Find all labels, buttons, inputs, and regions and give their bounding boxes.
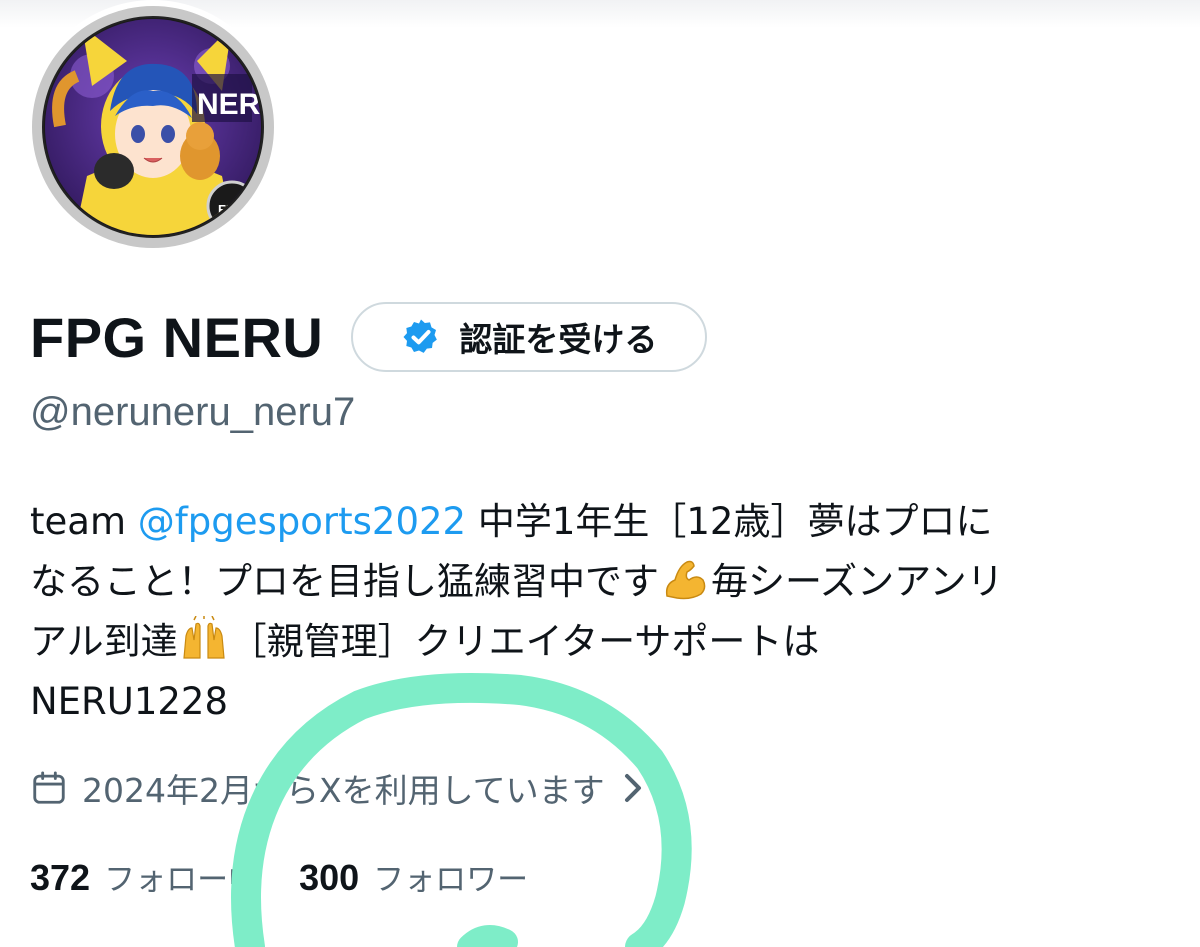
joined-date-row[interactable]: 2024年2月からXを利用しています (30, 760, 643, 816)
display-name: FPG NERU (30, 305, 324, 369)
joined-date-text: 2024年2月からXを利用しています (82, 771, 605, 810)
followers-link[interactable]: 300 フォロワー (299, 854, 528, 899)
bio-line: なること！プロを目指し猛練習中です 毎シーズンアンリ (30, 552, 1180, 612)
calendar-icon (33, 771, 65, 804)
following-label: フォロー中 (104, 861, 260, 898)
followers-count: 300 (299, 856, 360, 898)
user-handle: @neruneru_neru7 (30, 390, 356, 434)
follow-counts: 372 フォロー中 300 フォロワー (30, 848, 528, 904)
get-verified-label: 認証を受ける (459, 320, 658, 359)
following-link[interactable]: 372 フォロー中 (30, 854, 259, 899)
bio-text: なること！プロを目指し猛練習中です (30, 560, 659, 603)
raising-hands-icon (182, 616, 225, 659)
bio-line: アル到達 ［親管理］クリエイターサポートは (30, 612, 1180, 672)
chevron-right-icon (624, 774, 641, 802)
profile-bio: team @fpgesports2022 中学1年生［12歳］夢はプロに なるこ… (30, 492, 1180, 732)
avatar-image: NERU FPG (32, 6, 274, 248)
followers-label: フォロワー (373, 861, 529, 898)
bio-text: team (30, 500, 138, 543)
bio-line: team @fpgesports2022 中学1年生［12歳］夢はプロに (30, 492, 1180, 552)
team-mention-link[interactable]: @fpgesports2022 (138, 500, 466, 543)
verified-badge-icon (403, 319, 438, 353)
profile-avatar[interactable]: NERU FPG (26, 0, 280, 254)
bio-text: ［親管理］クリエイターサポートは (229, 620, 820, 663)
display-name-row: FPG NERU 認証を受ける (30, 300, 708, 374)
bio-text: 毎シーズンアンリ (711, 560, 1004, 603)
following-count: 372 (30, 856, 91, 898)
bio-line: NERU1228 (30, 680, 229, 723)
get-verified-button[interactable]: 認証を受ける (351, 302, 708, 372)
flexed-biceps-icon (665, 560, 706, 600)
bio-text: アル到達 (30, 620, 178, 663)
bio-text: 中学1年生［12歳］夢はプロに (466, 500, 993, 543)
